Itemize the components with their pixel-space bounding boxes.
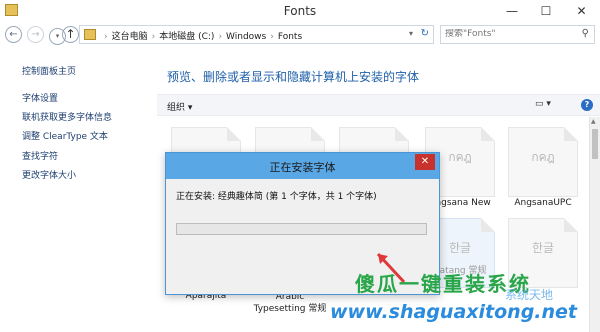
address-bar[interactable]: › 这台电脑 › 本地磁盘 (C:) › Windows › Fonts ▾ ↻ [79,25,434,44]
dialog-title: 正在安装字体 [269,161,336,174]
search-input[interactable] [445,29,575,39]
breadcrumb: › 这台电脑 › 本地磁盘 (C:) › Windows › Fonts [104,32,303,42]
view-options-icon[interactable]: ▭ ▾ [535,99,551,109]
sidebar: 控制面板主页 字体设置 联机获取更多字体信息 调整 ClearType 文本 查… [0,48,150,332]
title-bar: Fonts — ☐ ✕ [0,0,600,22]
breadcrumb-item[interactable]: Windows [226,32,266,42]
folder-icon [84,29,96,40]
scroll-up-icon[interactable]: ▲ [591,118,596,125]
command-bar: 组织 ▾ ▭ ▾ ? [157,94,600,116]
breadcrumb-item[interactable]: Fonts [278,32,302,42]
refresh-icon[interactable]: ↻ [421,28,429,39]
sidebar-item-font-size[interactable]: 更改字体大小 [22,168,76,181]
search-icon[interactable]: ⚲ [582,28,589,39]
breadcrumb-item[interactable]: 这台电脑 [112,32,148,42]
install-status-text: 正在安装: 经典趣体简 (第 1 个字体，共 1 个字体) [176,192,377,202]
sidebar-item-cleartype[interactable]: 调整 ClearType 文本 [22,129,108,142]
dialog-title-bar: 正在安装字体 ✕ [166,153,439,179]
page-title: 预览、删除或者显示和隐藏计算机上安装的字体 [167,70,420,84]
help-icon[interactable]: ? [581,99,593,111]
maximize-button[interactable]: ☐ [529,0,563,22]
dialog-close-button[interactable]: ✕ [415,154,435,170]
navigation-bar: ← → ▾ ↑ › 这台电脑 › 本地磁盘 (C:) › Windows › Fonts ▾ … [0,22,600,48]
watermark-url: www.shaguaxitong.net [330,301,578,323]
vertical-scrollbar[interactable]: ▲ [589,117,600,332]
breadcrumb-item[interactable]: 本地磁盘 (C:) [159,32,214,42]
chevron-down-icon[interactable]: ▾ [409,29,413,38]
sidebar-item-online-fonts[interactable]: 联机获取更多字体信息 [22,110,112,123]
up-button[interactable]: ↑ [62,26,79,43]
scrollbar-thumb[interactable] [592,129,598,159]
close-button[interactable]: ✕ [563,0,600,22]
forward-button[interactable]: → [27,26,44,43]
organize-menu[interactable]: 组织 ▾ [167,100,192,113]
font-tile-label: AngsanaUPC [514,198,572,208]
sidebar-item-control-panel-home[interactable]: 控制面板主页 [22,64,76,77]
sidebar-item-font-settings[interactable]: 字体设置 [22,91,58,104]
sidebar-item-find-character[interactable]: 查找字符 [22,149,58,162]
search-box[interactable]: ⚲ [440,25,595,44]
font-tile[interactable]: กคฎ [508,127,578,197]
minimize-button[interactable]: — [495,0,529,22]
install-progress-bar [176,223,427,235]
back-button[interactable]: ← [5,26,22,43]
